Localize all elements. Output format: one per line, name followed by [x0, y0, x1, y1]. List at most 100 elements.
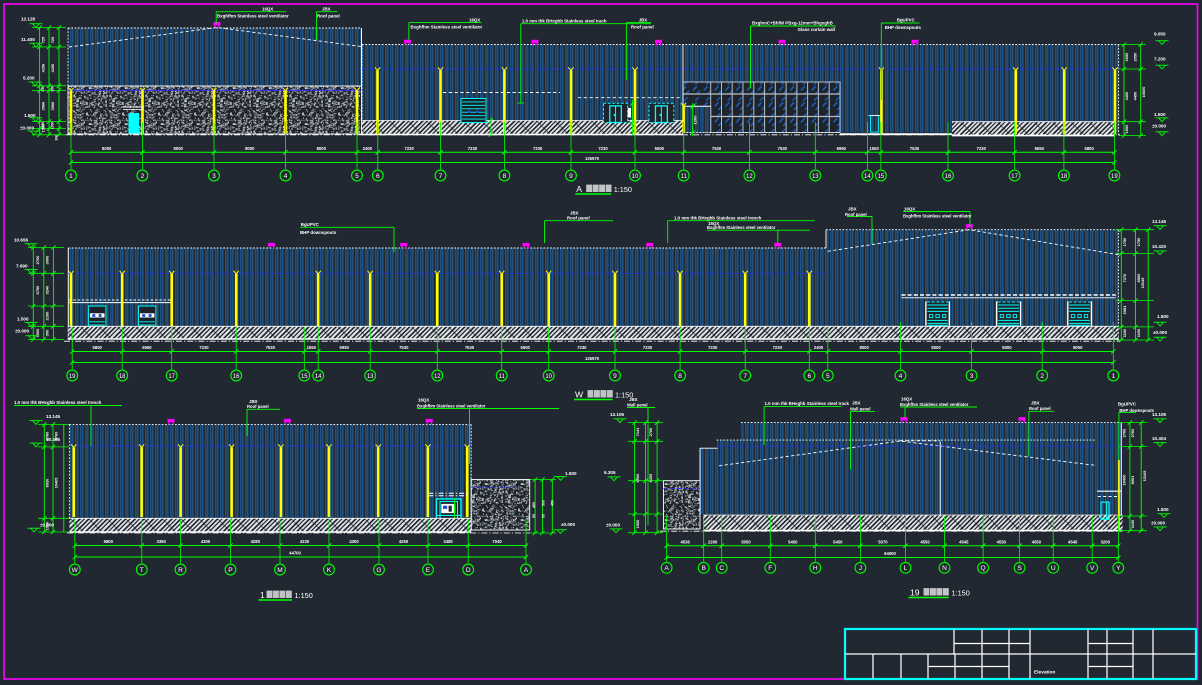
svg-text:12: 12: [746, 174, 753, 180]
svg-text:N: N: [942, 565, 947, 572]
svg-text:8: 8: [503, 173, 507, 180]
svg-text:1550: 1550: [307, 345, 317, 350]
svg-text:10.420: 10.420: [1152, 244, 1166, 249]
svg-text:2400: 2400: [363, 146, 373, 151]
svg-text:7230: 7230: [404, 146, 414, 151]
svg-text:18: 18: [1061, 174, 1068, 180]
svg-text:7: 7: [439, 173, 443, 180]
svg-text:300: 300: [45, 330, 50, 337]
svg-text:10405: 10405: [54, 477, 59, 489]
svg-text:2050: 2050: [1133, 53, 1138, 62]
svg-text:11: 11: [499, 374, 506, 380]
svg-text:7141: 7141: [635, 427, 640, 436]
svg-text:4300: 4300: [201, 539, 211, 544]
svg-text:6: 6: [376, 173, 380, 180]
svg-text:Bxghfhm Stainless steel ventil: Bxghfhm Stainless steel ventilator: [217, 14, 289, 19]
svg-text:BxghmC+BhfW PBxg-12mm+BhgxghB: BxghmC+BhfW PBxg-12mm+BhgxghB: [752, 21, 833, 26]
svg-text:Glass curtain wall: Glass curtain wall: [798, 27, 835, 32]
svg-text:6750: 6750: [35, 286, 40, 295]
svg-text:1.500: 1.500: [24, 113, 36, 118]
svg-text:3: 3: [212, 173, 216, 180]
svg-text:13.105: 13.105: [610, 412, 624, 417]
svg-text:2: 2: [1040, 373, 1044, 380]
svg-text:W: W: [575, 390, 584, 400]
svg-text:12.128: 12.128: [21, 17, 35, 22]
svg-text:JBX: JBX: [848, 207, 857, 212]
svg-text:4156: 4156: [50, 63, 55, 72]
svg-text:300: 300: [55, 135, 59, 141]
svg-text:9.050: 9.050: [1154, 32, 1166, 37]
svg-text:15: 15: [301, 374, 308, 380]
svg-text:±0.000: ±0.000: [20, 125, 34, 130]
svg-text:1100: 1100: [1122, 329, 1127, 337]
svg-text:±0.000: ±0.000: [561, 522, 575, 527]
svg-text:10600: 10600: [1141, 87, 1146, 98]
svg-text:350: 350: [41, 86, 45, 92]
svg-text:50: 50: [542, 514, 546, 518]
svg-text:8000: 8000: [1002, 345, 1012, 350]
svg-text:7530: 7530: [266, 345, 276, 350]
svg-text:S: S: [1017, 565, 1022, 572]
svg-text:4300: 4300: [349, 539, 359, 544]
svg-text:1750: 1750: [1136, 238, 1141, 247]
svg-text:7530: 7530: [465, 345, 475, 350]
svg-text:3: 3: [970, 373, 974, 380]
svg-text:A: A: [576, 184, 582, 194]
svg-text:Y: Y: [1116, 565, 1121, 572]
svg-text:15: 15: [878, 174, 885, 180]
svg-text:3566: 3566: [50, 101, 55, 110]
svg-text:8000: 8000: [931, 345, 941, 350]
svg-text:16: 16: [233, 374, 240, 380]
svg-text:17: 17: [168, 374, 175, 380]
svg-text:1:150: 1:150: [295, 591, 313, 600]
svg-text:7: 7: [743, 373, 747, 380]
svg-text:A: A: [524, 567, 529, 574]
svg-text:450: 450: [532, 502, 536, 508]
svg-text:4545: 4545: [1068, 539, 1078, 544]
svg-text:1750: 1750: [1122, 238, 1127, 247]
svg-text:4156: 4156: [41, 63, 46, 72]
svg-text:1500: 1500: [635, 520, 640, 529]
svg-text:19: 19: [1111, 174, 1118, 180]
svg-text:16QX: 16QX: [901, 397, 912, 402]
svg-text:4550: 4550: [997, 539, 1007, 544]
svg-text:7230: 7230: [773, 345, 783, 350]
svg-text:725: 725: [41, 36, 46, 43]
svg-text:18: 18: [119, 374, 126, 380]
svg-text:13: 13: [812, 174, 819, 180]
svg-text:450: 450: [551, 500, 555, 506]
svg-text:1.500: 1.500: [565, 471, 577, 476]
svg-text:1500: 1500: [1124, 125, 1129, 134]
svg-text:13: 13: [367, 374, 374, 380]
svg-text:7530: 7530: [910, 146, 920, 151]
svg-text:1100: 1100: [1136, 329, 1141, 337]
svg-text:1550: 1550: [869, 146, 879, 151]
svg-text:1350: 1350: [51, 122, 55, 130]
svg-text:BgUPVC: BgUPVC: [1118, 402, 1137, 407]
svg-text:D: D: [466, 567, 471, 574]
svg-text:4550: 4550: [920, 539, 930, 544]
svg-text:1.0 mm thk BHxghb Stainless st: 1.0 mm thk BHxghb Stainless steel trach: [522, 18, 607, 23]
svg-text:2400: 2400: [814, 345, 824, 350]
svg-text:14: 14: [864, 174, 871, 180]
svg-text:Bxghfhm Stainless steel ventil: Bxghfhm Stainless steel ventilator: [411, 25, 483, 30]
svg-text:1500: 1500: [41, 122, 45, 130]
svg-text:4550: 4550: [1032, 539, 1042, 544]
svg-text:5050: 5050: [741, 539, 751, 544]
svg-text:50: 50: [532, 514, 536, 518]
svg-text:2081: 2081: [1122, 305, 1127, 314]
svg-text:7230: 7230: [598, 146, 608, 151]
svg-text:19: 19: [910, 588, 920, 598]
svg-text:10.404: 10.404: [1152, 436, 1166, 441]
svg-text:5500: 5500: [655, 146, 665, 151]
svg-text:19: 19: [69, 374, 76, 380]
svg-text:16: 16: [945, 174, 952, 180]
svg-text:8000: 8000: [102, 146, 112, 151]
svg-text:6.305: 6.305: [604, 470, 616, 475]
svg-text:126970: 126970: [585, 156, 600, 161]
svg-text:5: 5: [355, 173, 359, 180]
svg-text:7530: 7530: [399, 345, 409, 350]
svg-text:7230: 7230: [533, 146, 543, 151]
svg-text:C: C: [719, 565, 724, 572]
svg-text:725: 725: [50, 36, 55, 43]
